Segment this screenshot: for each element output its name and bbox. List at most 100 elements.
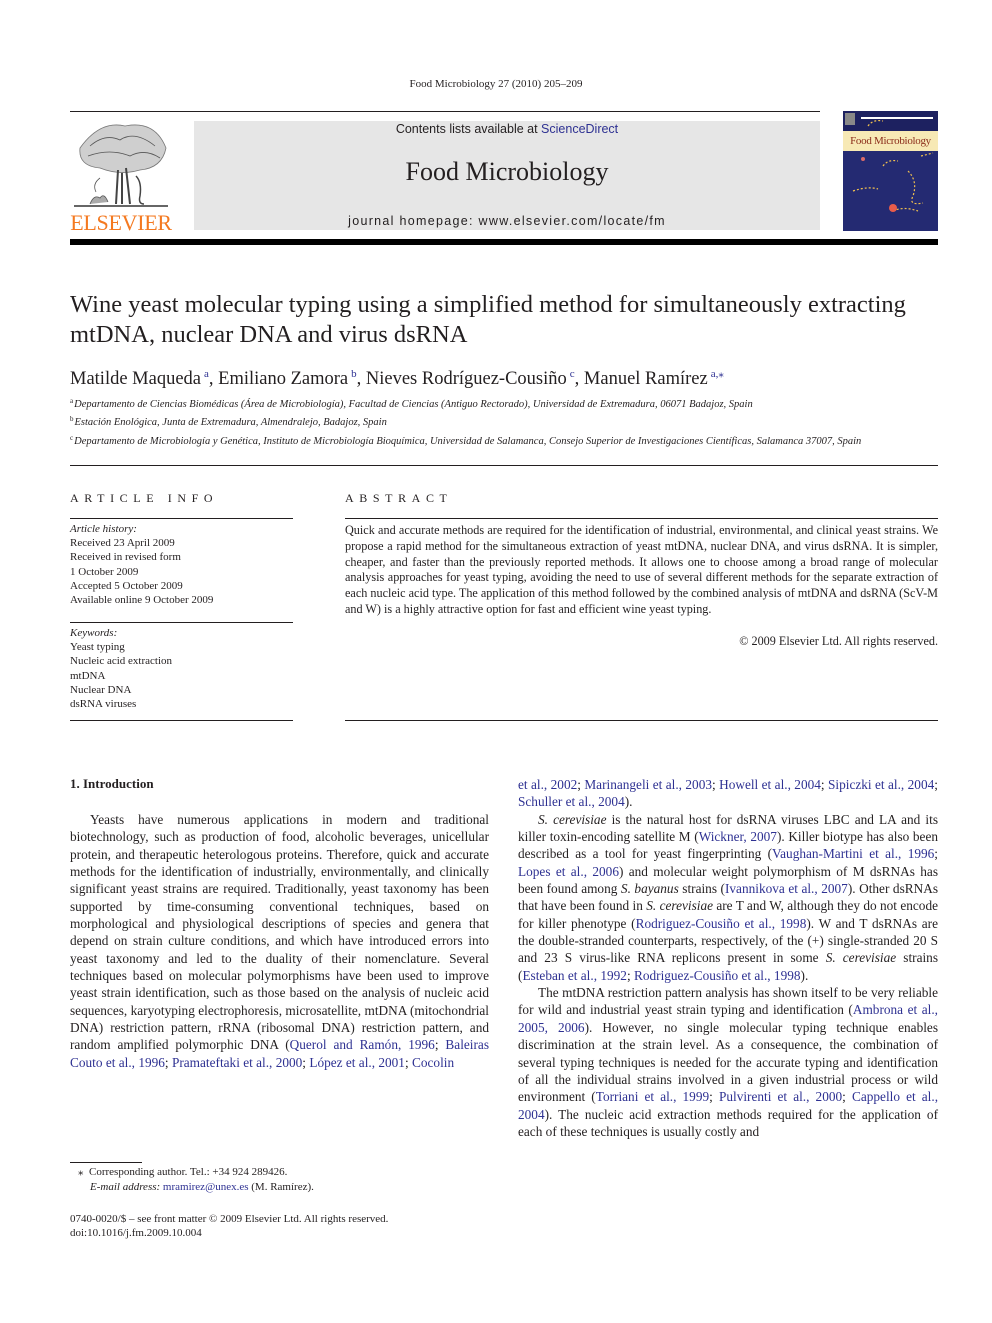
article-title: Wine yeast molecular typing using a simp… [70,291,906,348]
species-name: S. cerevisiae [646,898,713,914]
paragraph-text: ; [842,1089,852,1105]
author-name: Emiliano Zamora [218,369,349,389]
species-name: S. bayanus [620,881,679,897]
citation-link[interactable]: Schuller et al., 2004 [518,794,625,809]
article-history: Article history: Received 23 April 2009 R… [70,522,293,607]
citation-link[interactable]: et al., 2002 [518,777,577,792]
citation-link[interactable]: Cocolin [412,1055,454,1070]
keyword-item: mtDNA [70,669,106,682]
article-info-rule [70,518,293,519]
email-suffix: (M. Ramírez). [248,1181,314,1193]
abstract-copyright: © 2009 Elsevier Ltd. All rights reserved… [739,634,938,648]
paragraph: S. cerevisiae is the natural host for ds… [518,811,938,984]
paragraph-text: Yeasts have numerous applications in mod… [70,812,489,1053]
doi-link[interactable]: doi:10.1016/j.fm.2009.10.004 [70,1226,510,1240]
keywords: Keywords: Yeast typing Nucleic acid extra… [70,626,293,711]
body-column-right: et al., 2002; Marinangeli et al., 2003; … [518,776,938,1140]
abstract-bottom-rule [345,720,938,721]
journal-name: Food Microbiology [405,157,609,186]
species-name: S. cerevisiae [825,950,897,966]
author-affiliation-marker[interactable]: c [570,368,575,380]
paragraph-text: ; [934,846,938,862]
article-info-heading: ARTICLE INFO [70,491,219,505]
paragraph-text: ; [626,967,634,983]
body-column-left: Yeasts have numerous applications in mod… [70,811,489,1071]
citation-link[interactable]: Lopes et al., 2006 [518,864,619,879]
email-line: E-mail address: mramirez@unex.es (M. Ram… [78,1180,498,1195]
citation-link[interactable]: Ivannikova et al., 2007 [725,881,848,896]
affiliation-text: Departamento de Microbiología y Genética… [74,435,862,447]
corresponding-author-text: Corresponding author. Tel.: +34 924 2894… [89,1166,288,1178]
citation-link[interactable]: Torriani et al., 1999 [596,1089,709,1104]
article-info-bottom-rule [70,720,293,721]
citation-link[interactable]: Sipiczki et al., 2004 [828,777,934,792]
masthead-rule [70,239,938,245]
email-label: E-mail address: [90,1181,161,1193]
paragraph: The mtDNA restriction pattern analysis h… [518,984,938,1140]
article-history-label: Article history: [70,523,137,535]
affiliation: cDepartamento de Microbiología y Genétic… [70,431,938,449]
author-name: Nieves Rodríguez-Cousiño [365,369,567,389]
paragraph-text: strains ( [678,881,725,897]
paragraph-text: ; [709,1089,719,1105]
issn-line: 0740-0020/$ – see front matter © 2009 El… [70,1213,389,1225]
citation-link[interactable]: Querol and Ramón, 1996 [290,1037,435,1052]
citation-link[interactable]: Pulvirenti et al., 2000 [719,1089,842,1104]
footnote-marker: ⁎ [78,1166,84,1178]
keyword-item: dsRNA viruses [70,698,137,711]
history-item: Accepted 5 October 2009 [70,579,183,592]
paragraph: Yeasts have numerous applications in mod… [70,812,489,1070]
citation-link[interactable]: López et al., 2001 [309,1055,405,1070]
abstract-rule [345,518,938,519]
journal-homepage-link[interactable]: journal homepage: www.elsevier.com/locat… [194,213,820,229]
citation-link[interactable]: Pramateftaki et al., 2000 [172,1055,302,1070]
top-rule [70,111,820,112]
citation-link[interactable]: Vaughan-Martini et al., 1996 [772,846,934,861]
cover-top-bar [861,117,933,119]
affiliation-text: Estación Enológica, Junta de Extremadura… [74,417,387,429]
paragraph-continuation: et al., 2002; Marinangeli et al., 2003; … [518,777,938,810]
citation-link[interactable]: Marinangeli et al., 2003 [584,777,712,792]
journal-cover-thumbnail[interactable]: Food Microbiology [843,111,938,231]
affiliation: bEstación Enológica, Junta de Extremadur… [70,412,938,430]
paragraph-text: ). [800,967,809,983]
abstract-heading: ABSTRACT [345,491,453,505]
citation-link[interactable]: Rodriguez-Cousiño et al., 1998 [636,916,807,931]
history-item: 1 October 2009 [70,565,139,578]
citation-link[interactable]: Esteban et al., 1992 [522,968,627,983]
cover-title: Food Microbiology [843,131,938,151]
contents-prefix: Contents lists available at [395,122,542,136]
keyword-item: Nuclear DNA [70,683,132,696]
affiliation-text: Departamento de Ciencias Biomédicas (Áre… [74,399,753,410]
paragraph-text: ). The nucleic acid extraction methods r… [518,1106,938,1139]
cover-micrograph-image [843,111,938,231]
elsevier-logo[interactable]: ELSEVIER [70,118,172,234]
history-item: Received in revised form [70,551,181,564]
section-heading-introduction: 1. Introduction [70,776,154,791]
email-link[interactable]: mramirez@unex.es [163,1181,249,1193]
citation-link[interactable]: Wickner, 2007 [699,829,777,844]
elsevier-tree-icon [74,124,168,207]
corresponding-author-note: ⁎ Corresponding author. Tel.: +34 924 28… [78,1165,498,1180]
author-affiliation-marker[interactable]: a [204,368,209,380]
affiliation-key: a [70,397,74,405]
history-item: Received 23 April 2009 [70,537,175,550]
affiliation-rule [70,465,938,466]
keyword-item: Yeast typing [70,641,125,654]
affiliation-key: b [70,415,74,424]
keywords-rule [70,622,293,623]
article-history-list: Received 23 April 2009 Received in revise… [70,536,293,607]
affiliation: aDepartamento de Ciencias Biomédicas (Ár… [70,394,938,412]
elsevier-wordmark: ELSEVIER [70,210,172,235]
species-name: S. cerevisiae [538,811,607,827]
citation-link[interactable]: Howell et al., 2004 [719,777,821,792]
citation-link[interactable]: Rodriguez-Cousiño et al., 1998 [634,968,801,983]
author-affiliation-marker[interactable]: b [351,368,357,380]
author-list: Matilde Maqueda a, Emiliano Zamora b, Niev… [70,368,724,389]
author-affiliation-marker[interactable]: a,⁎ [711,368,724,380]
author-name: Matilde Maqueda [70,369,201,389]
sciencedirect-link[interactable]: ScienceDirect [541,122,618,136]
footnote-rule [70,1162,142,1163]
author-name: Manuel Ramírez [583,369,708,389]
affiliation-key: c [70,433,74,442]
